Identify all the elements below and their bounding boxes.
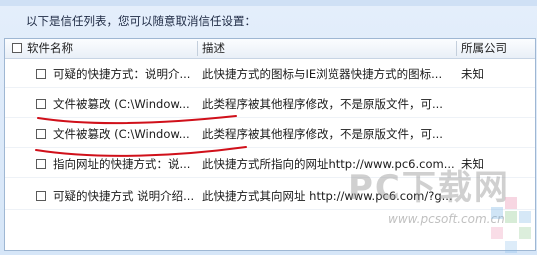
- column-header-company[interactable]: 所属公司: [461, 39, 533, 58]
- row-description: 此快捷方式所指向的网址http://www.pc6.com...: [202, 157, 454, 171]
- select-all-checkbox[interactable]: [12, 43, 22, 53]
- row-software-name: 指向网址的快捷方式：说...: [53, 157, 191, 171]
- row-software-name: 可疑的快捷方式 说明介绍...: [53, 189, 195, 203]
- trust-list-table: 软件名称 描述 所属公司 可疑的快捷方式：说明介... 此快捷方式的图标与IE浏…: [4, 38, 536, 251]
- title-strip: [0, 0, 537, 6]
- row-software-name: 可疑的快捷方式：说明介...: [53, 67, 191, 81]
- table-row[interactable]: 文件被篡改 (C:\Window... 此类程序被其他程序修改，不是原版文件，可…: [5, 91, 535, 118]
- row-description: 此快捷方式的图标与IE浏览器快捷方式的图标...: [202, 67, 443, 81]
- table-header: 软件名称 描述 所属公司: [5, 39, 535, 59]
- row-checkbox[interactable]: [36, 69, 46, 79]
- column-divider[interactable]: [456, 41, 457, 56]
- column-header-name[interactable]: 软件名称: [27, 39, 197, 58]
- row-company: [461, 121, 533, 148]
- row-company: 未知: [461, 157, 484, 171]
- table-row[interactable]: 可疑的快捷方式 说明介绍... 此快捷方式其向网址 http://www.pc6…: [5, 183, 535, 210]
- table-row[interactable]: 可疑的快捷方式：说明介... 此快捷方式的图标与IE浏览器快捷方式的图标... …: [5, 61, 535, 88]
- table-row[interactable]: 文件被篡改 (C:\Window... 此类程序被其他程序修改，不是原版文件，可…: [5, 121, 535, 148]
- table-row[interactable]: 指向网址的快捷方式：说... 此快捷方式所指向的网址http://www.pc6…: [5, 151, 535, 178]
- row-company: [461, 183, 533, 210]
- row-checkbox[interactable]: [36, 99, 46, 109]
- row-software-name: 文件被篡改 (C:\Window...: [53, 97, 190, 111]
- row-checkbox[interactable]: [36, 129, 46, 139]
- row-checkbox[interactable]: [36, 159, 46, 169]
- row-description: 此类程序被其他程序修改，不是原版文件，可...: [202, 127, 443, 141]
- trust-list-notice: 以下是信任列表，您可以随意取消信任设置：: [26, 14, 256, 28]
- row-company: [461, 91, 533, 118]
- row-description: 此类程序被其他程序修改，不是原版文件，可...: [202, 97, 443, 111]
- column-header-description[interactable]: 描述: [202, 39, 452, 58]
- row-checkbox[interactable]: [36, 191, 46, 201]
- row-description: 此快捷方式其向网址 http://www.pc6.com/?g...: [202, 189, 453, 203]
- row-company: 未知: [461, 67, 484, 81]
- title-strip-text: [0, 0, 537, 6]
- column-divider[interactable]: [197, 41, 198, 56]
- row-software-name: 文件被篡改 (C:\Window...: [53, 127, 190, 141]
